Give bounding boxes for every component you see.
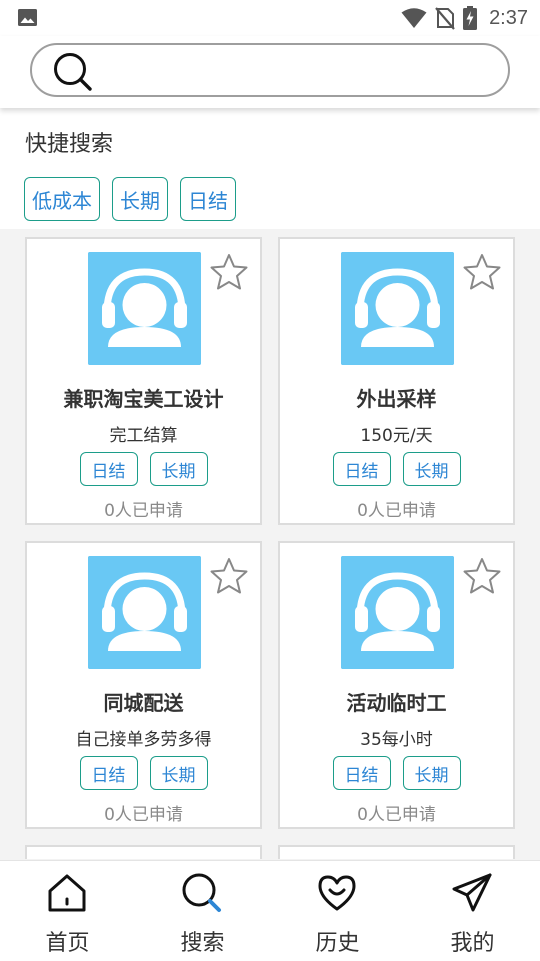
search-icon bbox=[182, 873, 221, 912]
job-salary: 150元/天 bbox=[360, 426, 433, 446]
job-title: 外出采样 bbox=[356, 387, 437, 411]
star-icon[interactable] bbox=[462, 252, 502, 292]
support-avatar-icon bbox=[88, 252, 201, 365]
job-salary: 自己接单多劳多得 bbox=[75, 730, 212, 750]
job-tag: 日结 bbox=[332, 452, 391, 486]
job-tag: 日结 bbox=[79, 452, 138, 486]
job-tags: 日结 长期 bbox=[280, 452, 513, 486]
job-card[interactable]: 同城配送 自己接单多劳多得 日结 长期 0人已申请 bbox=[25, 541, 262, 829]
job-tag: 长期 bbox=[402, 756, 461, 790]
applied-count: 0人已申请 bbox=[104, 805, 183, 825]
search-icon[interactable] bbox=[52, 51, 94, 93]
job-tags: 日结 长期 bbox=[27, 452, 260, 486]
job-tags: 日结 长期 bbox=[27, 756, 260, 790]
status-bar: 2:37 bbox=[0, 0, 540, 36]
job-card-partial[interactable] bbox=[278, 845, 515, 859]
support-avatar-icon bbox=[341, 556, 454, 669]
battery-charging-icon bbox=[463, 6, 478, 30]
nav-label-home: 首页 bbox=[45, 931, 90, 956]
job-title: 兼职淘宝美工设计 bbox=[63, 387, 224, 411]
clock-time: 2:37 bbox=[489, 6, 528, 29]
heart-icon bbox=[318, 875, 356, 911]
nav-label-search: 搜索 bbox=[180, 931, 225, 956]
status-icons: 2:37 bbox=[401, 6, 528, 30]
image-icon bbox=[18, 9, 37, 26]
applied-count: 0人已申请 bbox=[357, 501, 436, 521]
nav-item-search[interactable]: 搜索 bbox=[135, 861, 270, 961]
support-avatar-icon bbox=[341, 252, 454, 365]
search-box[interactable] bbox=[30, 43, 510, 97]
quick-tag-long-term[interactable]: 长期 bbox=[112, 177, 168, 221]
search-header bbox=[0, 36, 540, 108]
job-card[interactable]: 外出采样 150元/天 日结 长期 0人已申请 bbox=[278, 237, 515, 525]
job-salary: 完工结算 bbox=[109, 426, 178, 446]
star-icon[interactable] bbox=[462, 556, 502, 596]
wifi-icon bbox=[401, 8, 427, 28]
job-tag: 日结 bbox=[332, 756, 391, 790]
job-title: 活动临时工 bbox=[346, 691, 447, 715]
job-tag: 日结 bbox=[79, 756, 138, 790]
quick-search-tags: 低成本 长期 日结 bbox=[24, 177, 236, 221]
job-card[interactable]: 兼职淘宝美工设计 完工结算 日结 长期 0人已申请 bbox=[25, 237, 262, 525]
job-salary: 35每小时 bbox=[360, 730, 433, 750]
job-card-partial[interactable] bbox=[25, 845, 262, 859]
applied-count: 0人已申请 bbox=[104, 501, 183, 521]
nav-item-history[interactable]: 历史 bbox=[270, 861, 405, 961]
job-tag: 长期 bbox=[402, 452, 461, 486]
job-title: 同城配送 bbox=[103, 691, 184, 715]
home-icon bbox=[48, 874, 86, 912]
star-icon[interactable] bbox=[209, 252, 249, 292]
bottom-nav: 首页 搜索 历史 我的 bbox=[0, 860, 540, 960]
nav-item-home[interactable]: 首页 bbox=[0, 861, 135, 961]
job-tags: 日结 长期 bbox=[280, 756, 513, 790]
no-sim-icon bbox=[435, 7, 455, 30]
quick-search-title: 快捷搜索 bbox=[25, 132, 114, 157]
quick-tag-daily-pay[interactable]: 日结 bbox=[180, 177, 236, 221]
job-tag: 长期 bbox=[149, 452, 208, 486]
applied-count: 0人已申请 bbox=[357, 805, 436, 825]
nav-item-profile[interactable]: 我的 bbox=[405, 861, 540, 961]
star-icon[interactable] bbox=[209, 556, 249, 596]
support-avatar-icon bbox=[88, 556, 201, 669]
job-card[interactable]: 活动临时工 35每小时 日结 长期 0人已申请 bbox=[278, 541, 515, 829]
job-grid: 兼职淘宝美工设计 完工结算 日结 长期 0人已申请 外出采样 150元/天 日结… bbox=[0, 229, 540, 860]
job-tag: 长期 bbox=[149, 756, 208, 790]
nav-label-history: 历史 bbox=[315, 931, 360, 956]
send-icon bbox=[452, 873, 492, 912]
quick-tag-low-cost[interactable]: 低成本 bbox=[24, 177, 100, 221]
nav-label-profile: 我的 bbox=[450, 931, 495, 956]
search-input[interactable] bbox=[104, 53, 494, 89]
